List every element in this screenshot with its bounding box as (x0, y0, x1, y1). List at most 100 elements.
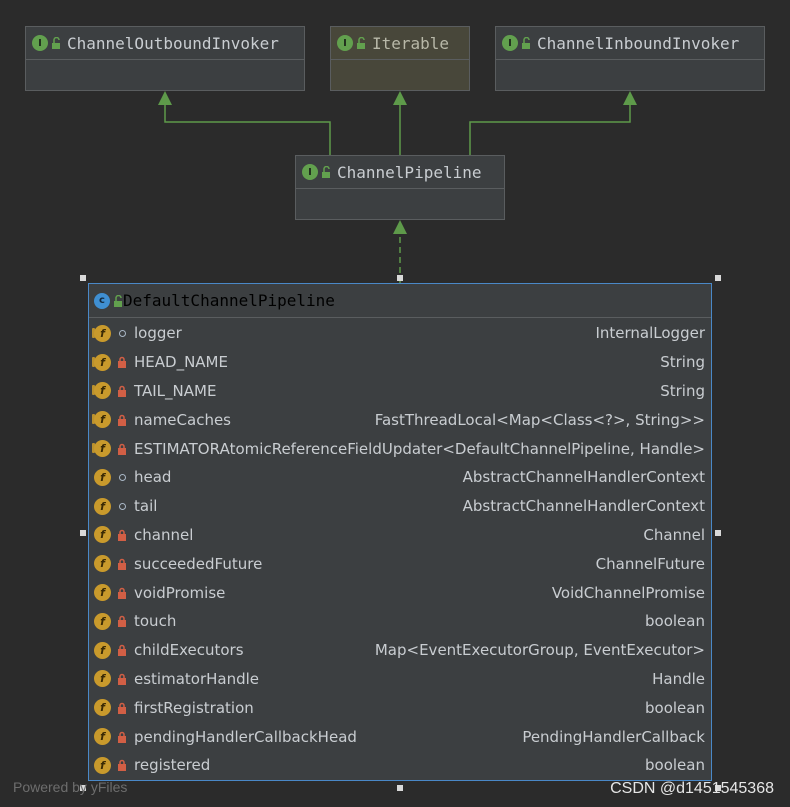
field-type: String (660, 353, 705, 372)
field-row[interactable]: f firstRegistration boolean (89, 693, 711, 722)
node-title: DefaultChannelPipeline (123, 291, 335, 310)
node-header: I Iterable (331, 27, 469, 60)
package-private-icon (117, 500, 127, 512)
field-row[interactable]: f logger InternalLogger (89, 319, 711, 348)
field-row[interactable]: f HEAD_NAME String (89, 348, 711, 377)
field-name: head (134, 468, 172, 487)
field-type: Map<EventExecutorGroup, EventExecutor> (374, 641, 705, 660)
node-channel-outbound-invoker[interactable]: I ChannelOutboundInvoker (25, 26, 305, 91)
field-name: tail (134, 497, 158, 516)
field-type: Handle (652, 669, 705, 688)
field-row[interactable]: f nameCaches FastThreadLocal<Map<Class<?>,… (89, 405, 711, 434)
node-channel-pipeline[interactable]: I ChannelPipeline (295, 155, 505, 220)
field-type: boolean (645, 612, 705, 631)
interface-icon: I (502, 35, 518, 51)
private-lock-icon (117, 587, 127, 599)
class-icon: c (94, 292, 110, 309)
node-header: I ChannelOutboundInvoker (26, 27, 304, 60)
private-lock-icon (117, 385, 127, 397)
unlocked-icon (114, 294, 122, 307)
node-iterable[interactable]: I Iterable (330, 26, 470, 91)
package-private-icon (117, 327, 127, 339)
field-type: AbstractChannelHandlerContext (462, 468, 705, 487)
powered-by-label: Powered by yFiles (13, 779, 128, 795)
field-row[interactable]: f channel Channel (89, 521, 711, 550)
interface-icon: I (32, 35, 48, 51)
field-icon: f (94, 641, 111, 659)
watermark: CSDN @d1451545368 (610, 780, 774, 797)
unlocked-icon (52, 37, 60, 49)
field-type: AbstractChannelHandlerContext (462, 497, 705, 516)
field-row[interactable]: f registered boolean (89, 751, 711, 780)
private-lock-icon (117, 644, 127, 657)
package-private-icon (117, 471, 127, 483)
field-icon: f (94, 728, 111, 746)
field-icon: f (94, 468, 111, 486)
node-default-channel-pipeline[interactable]: c DefaultChannelPipeline f logger Internal… (88, 283, 712, 781)
resize-handle-bottom-middle[interactable] (397, 785, 403, 791)
field-row[interactable]: f succeededFuture ChannelFuture (89, 549, 711, 578)
resize-handle-top-right[interactable] (715, 275, 721, 281)
private-lock-icon (117, 731, 127, 743)
field-name: estimatorHandle (134, 669, 260, 688)
field-icon: f (94, 756, 111, 774)
field-name: childExecutors (134, 641, 244, 660)
field-row[interactable]: f ESTIMATOR AtomicReferenceFieldUpdater<De… (89, 434, 711, 463)
field-row[interactable]: f estimatorHandle Handle (89, 665, 711, 694)
field-row[interactable]: f pendingHandlerCallbackHead PendingHandle… (89, 722, 711, 751)
field-icon: f (92, 382, 111, 400)
interface-icon: I (302, 164, 318, 180)
private-lock-icon (117, 759, 127, 772)
field-icon: f (94, 555, 111, 573)
field-name: voidPromise (134, 583, 226, 602)
node-title: ChannelInboundInvoker (537, 33, 740, 53)
resize-handle-top-middle[interactable] (397, 275, 403, 281)
node-channel-inbound-invoker[interactable]: I ChannelInboundInvoker (495, 26, 765, 91)
private-lock-icon (117, 414, 127, 426)
field-row[interactable]: f childExecutors Map<EventExecutorGroup, E… (89, 636, 711, 665)
node-header: c DefaultChannelPipeline (89, 284, 711, 318)
field-type: Channel (643, 525, 705, 544)
arrowhead-iterable (393, 91, 407, 105)
field-name: ESTIMATOR (134, 439, 221, 458)
unlocked-icon (322, 166, 330, 178)
field-row[interactable]: f touch boolean (89, 607, 711, 636)
field-row[interactable]: f TAIL_NAME String (89, 377, 711, 406)
field-type: InternalLogger (595, 324, 705, 343)
field-name: pendingHandlerCallbackHead (134, 727, 357, 746)
field-icon: f (92, 411, 111, 429)
arrowhead-pipeline (393, 220, 407, 234)
field-type: String (660, 381, 705, 400)
edge-pipeline-to-inbound (469, 104, 631, 155)
field-type: AtomicReferenceFieldUpdater<DefaultChann… (219, 439, 705, 458)
private-lock-icon (117, 443, 127, 455)
node-header: I ChannelInboundInvoker (496, 27, 764, 60)
node-header: I ChannelPipeline (296, 156, 504, 189)
field-icon: f (94, 497, 111, 515)
field-type: boolean (645, 698, 705, 717)
private-lock-icon (117, 356, 127, 369)
private-lock-icon (117, 529, 127, 541)
arrowhead-outbound (158, 91, 172, 105)
resize-handle-top-left[interactable] (80, 275, 86, 281)
resize-handle-middle-left[interactable] (80, 530, 86, 536)
field-icon: f (92, 353, 111, 371)
field-icon: f (94, 526, 111, 544)
field-list: f logger InternalLogger f HEAD_NAME String f TA… (89, 319, 711, 780)
field-icon: f (94, 670, 111, 688)
field-name: registered (134, 756, 211, 775)
node-title: ChannelOutboundInvoker (67, 33, 279, 53)
field-icon: f (92, 440, 111, 458)
arrowhead-inbound (623, 91, 637, 105)
private-lock-icon (117, 615, 127, 628)
field-row[interactable]: f head AbstractChannelHandlerContext (89, 463, 711, 492)
field-row[interactable]: f voidPromise VoidChannelPromise (89, 578, 711, 607)
field-name: logger (134, 324, 182, 343)
field-row[interactable]: f tail AbstractChannelHandlerContext (89, 492, 711, 521)
interface-icon: I (337, 35, 353, 51)
resize-handle-middle-right[interactable] (715, 530, 721, 536)
field-icon: f (94, 584, 111, 602)
field-type: boolean (645, 756, 705, 775)
field-name: firstRegistration (134, 698, 254, 717)
field-type: FastThreadLocal<Map<Class<?>, String>> (374, 410, 705, 429)
